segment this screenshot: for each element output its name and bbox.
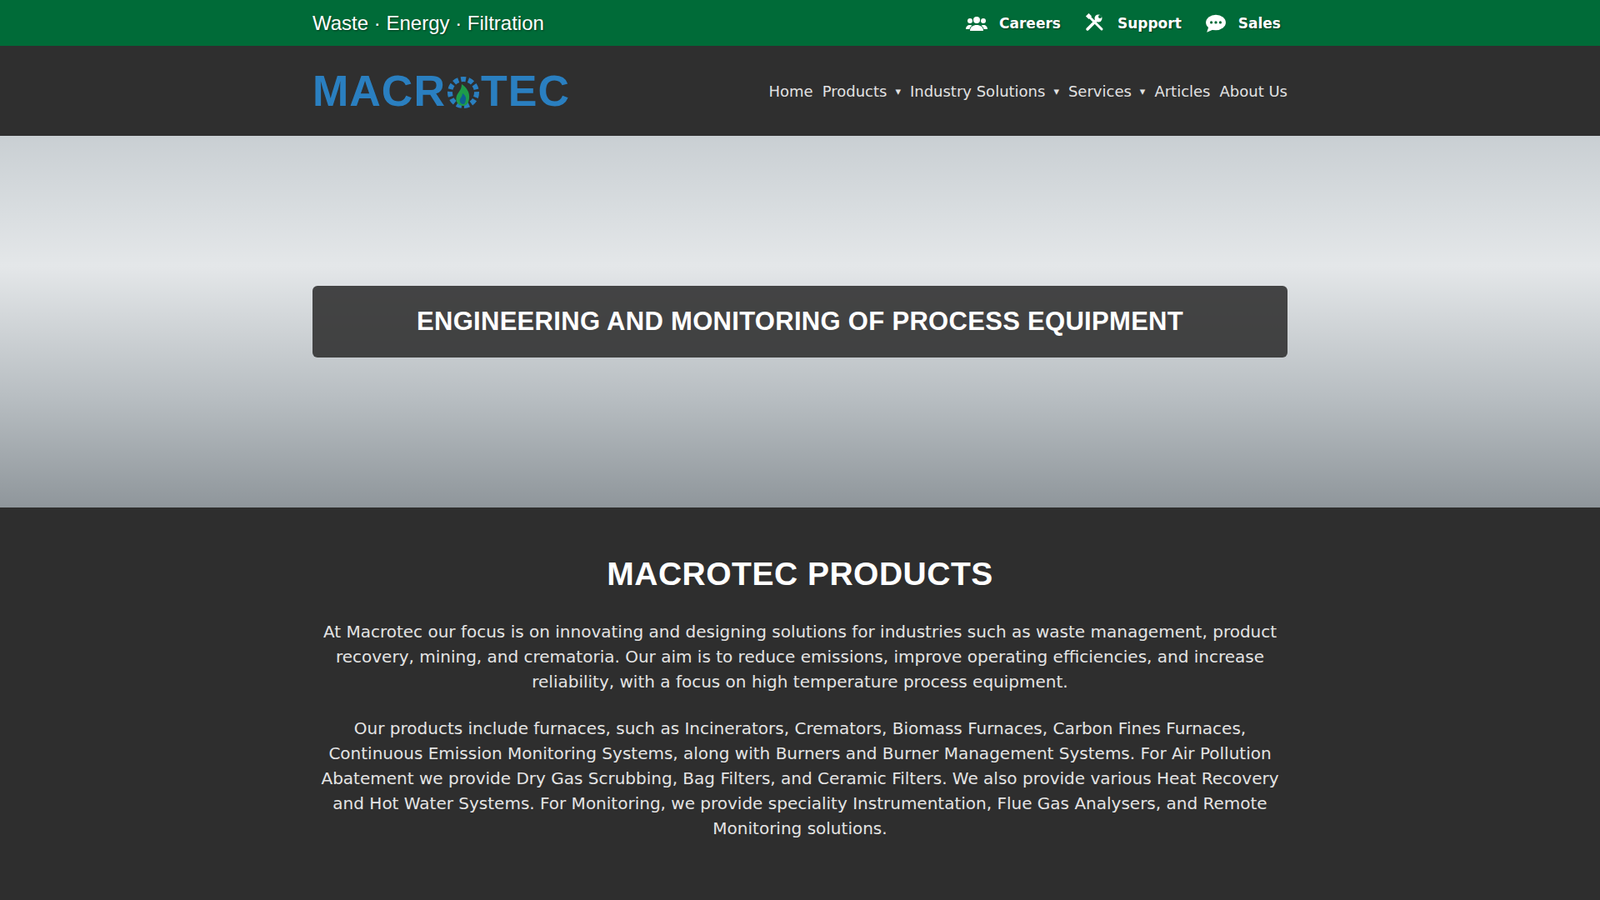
tagline: Waste · Energy · Filtration xyxy=(312,11,545,35)
caret-icon: ▾ xyxy=(1053,85,1060,98)
top-link[interactable]: Sales xyxy=(1205,13,1281,34)
hero-title: ENGINEERING AND MONITORING OF PROCESS EQ… xyxy=(416,306,1184,337)
section-paragraph: Our products include furnaces, such as I… xyxy=(312,715,1288,841)
section-paragraph: At Macrotec our focus is on innovating a… xyxy=(312,619,1288,695)
top-bar: Waste · Energy · Filtration Careers Suppor… xyxy=(0,0,1600,46)
top-links: Careers Support Sales xyxy=(965,13,1288,34)
menu-item[interactable]: About Us xyxy=(1220,82,1289,100)
nav-bar: MACRTEC Home Products▾ Industry Solutions▾ S… xyxy=(0,45,1600,136)
top-link[interactable]: Support xyxy=(1084,13,1182,34)
menu-item[interactable]: Products▾ xyxy=(822,82,901,100)
hero-image: ENGINEERING AND MONITORING OF PROCESS EQ… xyxy=(0,135,1600,508)
menu-item[interactable]: Articles xyxy=(1154,82,1210,100)
menu-item[interactable]: Services▾ xyxy=(1068,82,1145,100)
top-link[interactable]: Careers xyxy=(965,13,1061,34)
main-menu: Home Products▾ Industry Solutions▾ Services… xyxy=(769,82,1288,100)
menu-item[interactable]: Industry Solutions▾ xyxy=(910,82,1060,100)
products-section: MACROTEC PRODUCTS At Macrotec our focus i… xyxy=(0,507,1600,896)
menu-item[interactable]: Home xyxy=(769,82,814,100)
chat-icon xyxy=(1205,13,1227,34)
users-icon xyxy=(965,13,988,34)
caret-icon: ▾ xyxy=(1140,85,1146,98)
caret-icon: ▾ xyxy=(895,85,901,98)
tools-icon xyxy=(1084,13,1106,34)
flame-gear-icon xyxy=(446,70,480,112)
section-heading: MACROTEC PRODUCTS xyxy=(312,555,1288,593)
page: Waste · Energy · Filtration Careers Suppor… xyxy=(0,0,1600,900)
logo[interactable]: MACRTEC xyxy=(312,65,570,116)
hero-banner: ENGINEERING AND MONITORING OF PROCESS EQ… xyxy=(312,285,1288,358)
